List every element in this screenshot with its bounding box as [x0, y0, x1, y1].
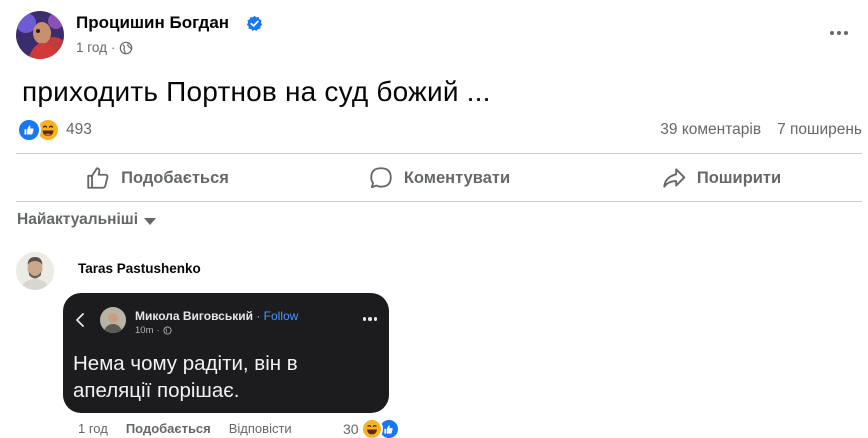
haha-reaction-icon: [360, 418, 383, 438]
image-meta: 10m ·: [135, 325, 172, 336]
image-separator: ·: [252, 309, 264, 323]
thumbs-up-icon: [87, 167, 109, 189]
comment-reaction-count: 30: [343, 421, 359, 437]
verified-badge-icon: [246, 15, 263, 31]
commenter-name[interactable]: Taras Pastushenko: [78, 261, 201, 276]
share-arrow-icon: [663, 168, 686, 188]
comment-like-link[interactable]: Подобається: [126, 421, 211, 436]
like-button[interactable]: Подобається: [16, 158, 298, 198]
image-more-icon: [362, 317, 377, 321]
comment-button[interactable]: Коментувати: [298, 158, 580, 198]
like-button-label: Подобається: [121, 168, 229, 187]
speech-bubble-icon: [370, 167, 392, 189]
post-text: приходить Портнов на суд божий ...: [22, 76, 491, 107]
image-author-avatar: [100, 307, 126, 333]
comment-reply-link[interactable]: Відповісти: [229, 421, 292, 436]
sort-label: Найактуальніші: [17, 211, 139, 228]
post-time[interactable]: 1 год: [76, 40, 107, 55]
comment-button-label: Коментувати: [403, 168, 511, 187]
meta-separator: ·: [110, 40, 116, 55]
divider: [16, 201, 862, 202]
share-button-label: Поширити: [696, 168, 782, 187]
back-arrow-icon: [76, 313, 84, 327]
post-stats: 39 коментарів 7 поширень: [660, 121, 862, 139]
image-author-name: Микола Виговський: [135, 309, 253, 323]
comment-image-screenshot[interactable]: Микола Виговський · Follow 10m · Нема чо…: [63, 293, 389, 413]
share-button[interactable]: Поширити: [580, 158, 862, 198]
post-action-bar: Подобається Коментувати Поширити: [16, 158, 862, 198]
author-name[interactable]: Процишин Богдан: [76, 13, 229, 33]
comment-time[interactable]: 1 год: [78, 421, 108, 436]
image-post-text: Нема чому радіти, він в апеляції порішає…: [73, 352, 298, 402]
image-time: 10m: [135, 325, 154, 336]
image-follow-text: Follow: [263, 309, 299, 323]
globe-icon: [120, 41, 133, 54]
comment-reactions[interactable]: 30: [343, 418, 400, 438]
shares-count-link[interactable]: 7 поширень: [777, 121, 862, 139]
comment-actions: 1 год Подобається Відповісти: [78, 421, 292, 436]
comments-count-link[interactable]: 39 коментарів: [660, 121, 761, 139]
post-meta: 1 год ·: [76, 40, 133, 55]
image-meta-dot: ·: [156, 325, 160, 336]
reaction-count: 493: [66, 121, 92, 138]
comment-sort-dropdown[interactable]: Найактуальніші: [17, 211, 157, 229]
post-more-options-icon[interactable]: [828, 22, 850, 44]
image-author-line: Микола Виговський · Follow: [135, 309, 298, 323]
author-avatar[interactable]: [16, 11, 64, 59]
commenter-avatar[interactable]: [16, 252, 54, 290]
globe-icon: [163, 326, 172, 335]
caret-down-icon: [144, 218, 157, 225]
reactions-summary[interactable]: 493: [17, 118, 92, 142]
divider: [16, 153, 862, 154]
like-reaction-icon: [17, 118, 41, 142]
